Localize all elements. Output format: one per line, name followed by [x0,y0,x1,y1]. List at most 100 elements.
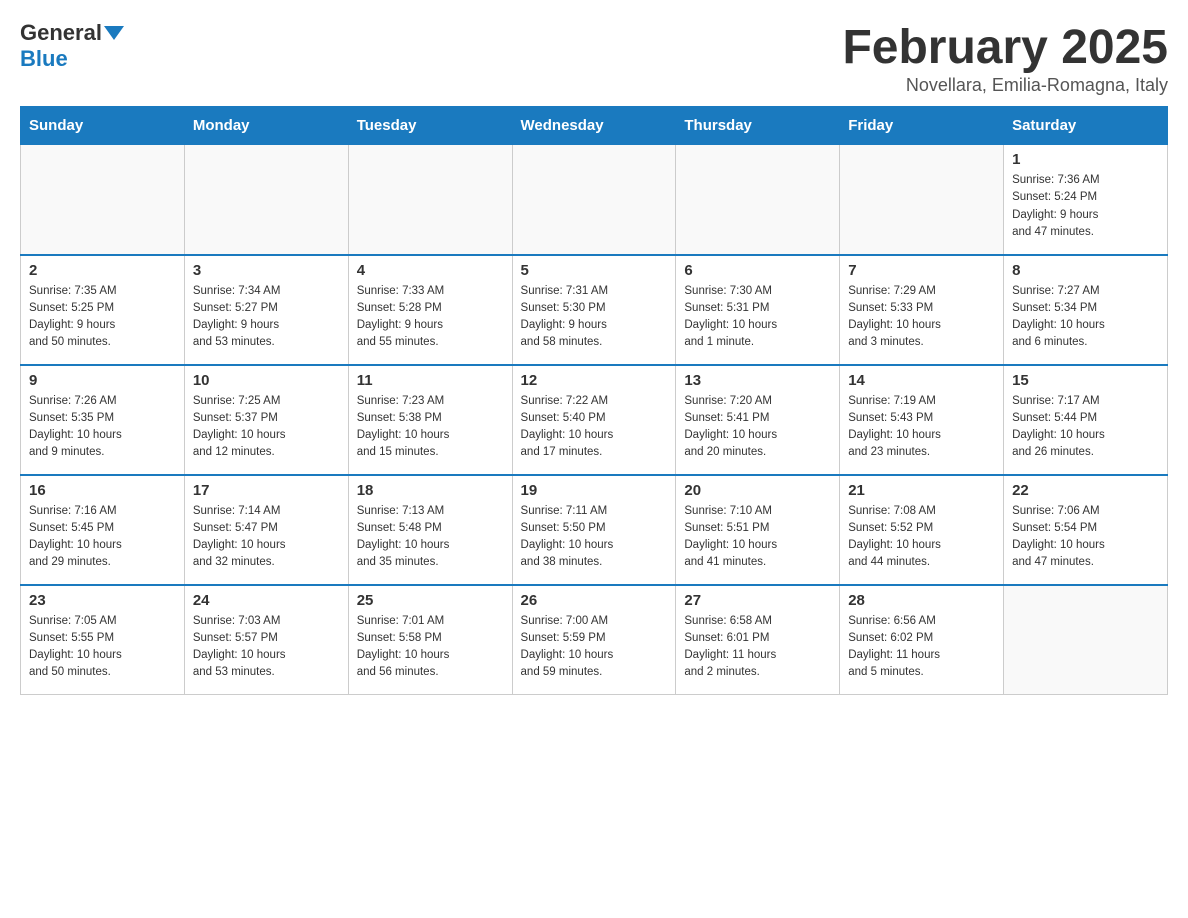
calendar-day-cell [512,145,676,255]
calendar-day-cell: 4 Sunrise: 7:33 AMSunset: 5:28 PMDaylight… [348,255,512,365]
weekday-header-monday: Monday [184,107,348,145]
calendar-day-cell: 20Sunrise: 7:10 AMSunset: 5:51 PMDayligh… [676,475,840,585]
calendar-week-row: 2 Sunrise: 7:35 AMSunset: 5:25 PMDaylight… [21,255,1168,365]
day-info: Sunrise: 7:00 AMSunset: 5:59 PMDaylight:… [521,613,668,682]
logo-triangle-icon [104,26,124,40]
day-info: Sunrise: 7:20 AMSunset: 5:41 PMDaylight:… [684,393,831,462]
calendar-day-cell: 16 Sunrise: 7:16 AMSunset: 5:45 PMDayligh… [21,475,185,585]
calendar-day-cell: 3 Sunrise: 7:34 AMSunset: 5:27 PMDaylight… [184,255,348,365]
day-info: Sunrise: 6:56 AMSunset: 6:02 PMDaylight:… [848,613,995,682]
calendar-week-row: 1 Sunrise: 7:36 AMSunset: 5:24 PMDaylight… [21,145,1168,255]
day-number: 11 [357,372,504,389]
calendar-day-cell: 1 Sunrise: 7:36 AMSunset: 5:24 PMDaylight… [1004,145,1168,255]
day-number: 26 [521,592,668,609]
day-info: Sunrise: 7:35 AMSunset: 5:25 PMDaylight:… [29,283,176,352]
day-info: Sunrise: 7:11 AMSunset: 5:50 PMDaylight:… [521,503,668,572]
calendar-day-cell: 11 Sunrise: 7:23 AMSunset: 5:38 PMDayligh… [348,365,512,475]
day-info: Sunrise: 7:22 AMSunset: 5:40 PMDaylight:… [521,393,668,462]
calendar-day-cell: 21Sunrise: 7:08 AMSunset: 5:52 PMDayligh… [840,475,1004,585]
day-number: 13 [684,372,831,389]
calendar-week-row: 23Sunrise: 7:05 AMSunset: 5:55 PMDayligh… [21,585,1168,695]
calendar-day-cell: 28Sunrise: 6:56 AMSunset: 6:02 PMDayligh… [840,585,1004,695]
calendar-day-cell: 23Sunrise: 7:05 AMSunset: 5:55 PMDayligh… [21,585,185,695]
calendar-day-cell: 9 Sunrise: 7:26 AMSunset: 5:35 PMDaylight… [21,365,185,475]
calendar-day-cell [840,145,1004,255]
logo-blue-text: Blue [20,46,68,71]
day-info: Sunrise: 7:16 AMSunset: 5:45 PMDaylight:… [29,503,176,572]
weekday-header-tuesday: Tuesday [348,107,512,145]
calendar-day-cell: 24Sunrise: 7:03 AMSunset: 5:57 PMDayligh… [184,585,348,695]
day-info: Sunrise: 7:36 AMSunset: 5:24 PMDaylight:… [1012,172,1159,241]
calendar-day-cell: 8Sunrise: 7:27 AMSunset: 5:34 PMDaylight… [1004,255,1168,365]
page-header: General Blue February 2025 Novellara, Em… [20,20,1168,96]
calendar-day-cell: 14 Sunrise: 7:19 AMSunset: 5:43 PMDayligh… [840,365,1004,475]
title-block: February 2025 Novellara, Emilia-Romagna,… [842,20,1168,96]
day-info: Sunrise: 7:33 AMSunset: 5:28 PMDaylight:… [357,283,504,352]
calendar-day-cell: 17 Sunrise: 7:14 AMSunset: 5:47 PMDayligh… [184,475,348,585]
calendar-header: SundayMondayTuesdayWednesdayThursdayFrid… [21,107,1168,145]
calendar-day-cell: 5Sunrise: 7:31 AMSunset: 5:30 PMDaylight… [512,255,676,365]
day-info: Sunrise: 7:14 AMSunset: 5:47 PMDaylight:… [193,503,340,572]
day-number: 10 [193,372,340,389]
calendar-day-cell: 25 Sunrise: 7:01 AMSunset: 5:58 PMDayligh… [348,585,512,695]
day-number: 15 [1012,372,1159,389]
weekday-header-thursday: Thursday [676,107,840,145]
calendar-day-cell: 22 Sunrise: 7:06 AMSunset: 5:54 PMDayligh… [1004,475,1168,585]
day-number: 5 [521,262,668,279]
day-number: 18 [357,482,504,499]
day-number: 2 [29,262,176,279]
weekday-header-friday: Friday [840,107,1004,145]
day-number: 16 [29,482,176,499]
day-number: 17 [193,482,340,499]
calendar-day-cell: 2 Sunrise: 7:35 AMSunset: 5:25 PMDaylight… [21,255,185,365]
day-number: 8 [1012,262,1159,279]
day-info: Sunrise: 7:06 AMSunset: 5:54 PMDaylight:… [1012,503,1159,572]
day-info: Sunrise: 7:08 AMSunset: 5:52 PMDaylight:… [848,503,995,572]
day-info: Sunrise: 6:58 AMSunset: 6:01 PMDaylight:… [684,613,831,682]
weekday-header-wednesday: Wednesday [512,107,676,145]
day-info: Sunrise: 7:03 AMSunset: 5:57 PMDaylight:… [193,613,340,682]
calendar-day-cell: 26 Sunrise: 7:00 AMSunset: 5:59 PMDayligh… [512,585,676,695]
day-info: Sunrise: 7:17 AMSunset: 5:44 PMDaylight:… [1012,393,1159,462]
day-number: 3 [193,262,340,279]
calendar-day-cell: 18 Sunrise: 7:13 AMSunset: 5:48 PMDayligh… [348,475,512,585]
calendar-day-cell [1004,585,1168,695]
day-number: 20 [684,482,831,499]
day-info: Sunrise: 7:25 AMSunset: 5:37 PMDaylight:… [193,393,340,462]
calendar-day-cell: 10 Sunrise: 7:25 AMSunset: 5:37 PMDayligh… [184,365,348,475]
day-info: Sunrise: 7:26 AMSunset: 5:35 PMDaylight:… [29,393,176,462]
calendar-day-cell: 19 Sunrise: 7:11 AMSunset: 5:50 PMDayligh… [512,475,676,585]
day-info: Sunrise: 7:34 AMSunset: 5:27 PMDaylight:… [193,283,340,352]
calendar-day-cell: 6Sunrise: 7:30 AMSunset: 5:31 PMDaylight… [676,255,840,365]
weekday-header-saturday: Saturday [1004,107,1168,145]
day-info: Sunrise: 7:01 AMSunset: 5:58 PMDaylight:… [357,613,504,682]
day-number: 19 [521,482,668,499]
calendar-day-cell [348,145,512,255]
calendar-title: February 2025 [842,20,1168,75]
day-number: 14 [848,372,995,389]
day-info: Sunrise: 7:29 AMSunset: 5:33 PMDaylight:… [848,283,995,352]
day-number: 4 [357,262,504,279]
calendar-day-cell [184,145,348,255]
day-number: 9 [29,372,176,389]
calendar-day-cell [676,145,840,255]
calendar-day-cell: 15 Sunrise: 7:17 AMSunset: 5:44 PMDayligh… [1004,365,1168,475]
calendar-week-row: 16 Sunrise: 7:16 AMSunset: 5:45 PMDayligh… [21,475,1168,585]
day-number: 22 [1012,482,1159,499]
day-number: 7 [848,262,995,279]
day-info: Sunrise: 7:19 AMSunset: 5:43 PMDaylight:… [848,393,995,462]
calendar-day-cell: 7 Sunrise: 7:29 AMSunset: 5:33 PMDaylight… [840,255,1004,365]
day-info: Sunrise: 7:13 AMSunset: 5:48 PMDaylight:… [357,503,504,572]
day-number: 25 [357,592,504,609]
day-info: Sunrise: 7:23 AMSunset: 5:38 PMDaylight:… [357,393,504,462]
logo: General Blue [20,20,124,72]
day-number: 12 [521,372,668,389]
calendar-table: SundayMondayTuesdayWednesdayThursdayFrid… [20,106,1168,695]
day-info: Sunrise: 7:30 AMSunset: 5:31 PMDaylight:… [684,283,831,352]
calendar-day-cell: 12 Sunrise: 7:22 AMSunset: 5:40 PMDayligh… [512,365,676,475]
weekday-header-row: SundayMondayTuesdayWednesdayThursdayFrid… [21,107,1168,145]
calendar-subtitle: Novellara, Emilia-Romagna, Italy [842,75,1168,96]
logo-general-text: General [20,20,102,46]
day-number: 1 [1012,151,1159,168]
day-info: Sunrise: 7:05 AMSunset: 5:55 PMDaylight:… [29,613,176,682]
